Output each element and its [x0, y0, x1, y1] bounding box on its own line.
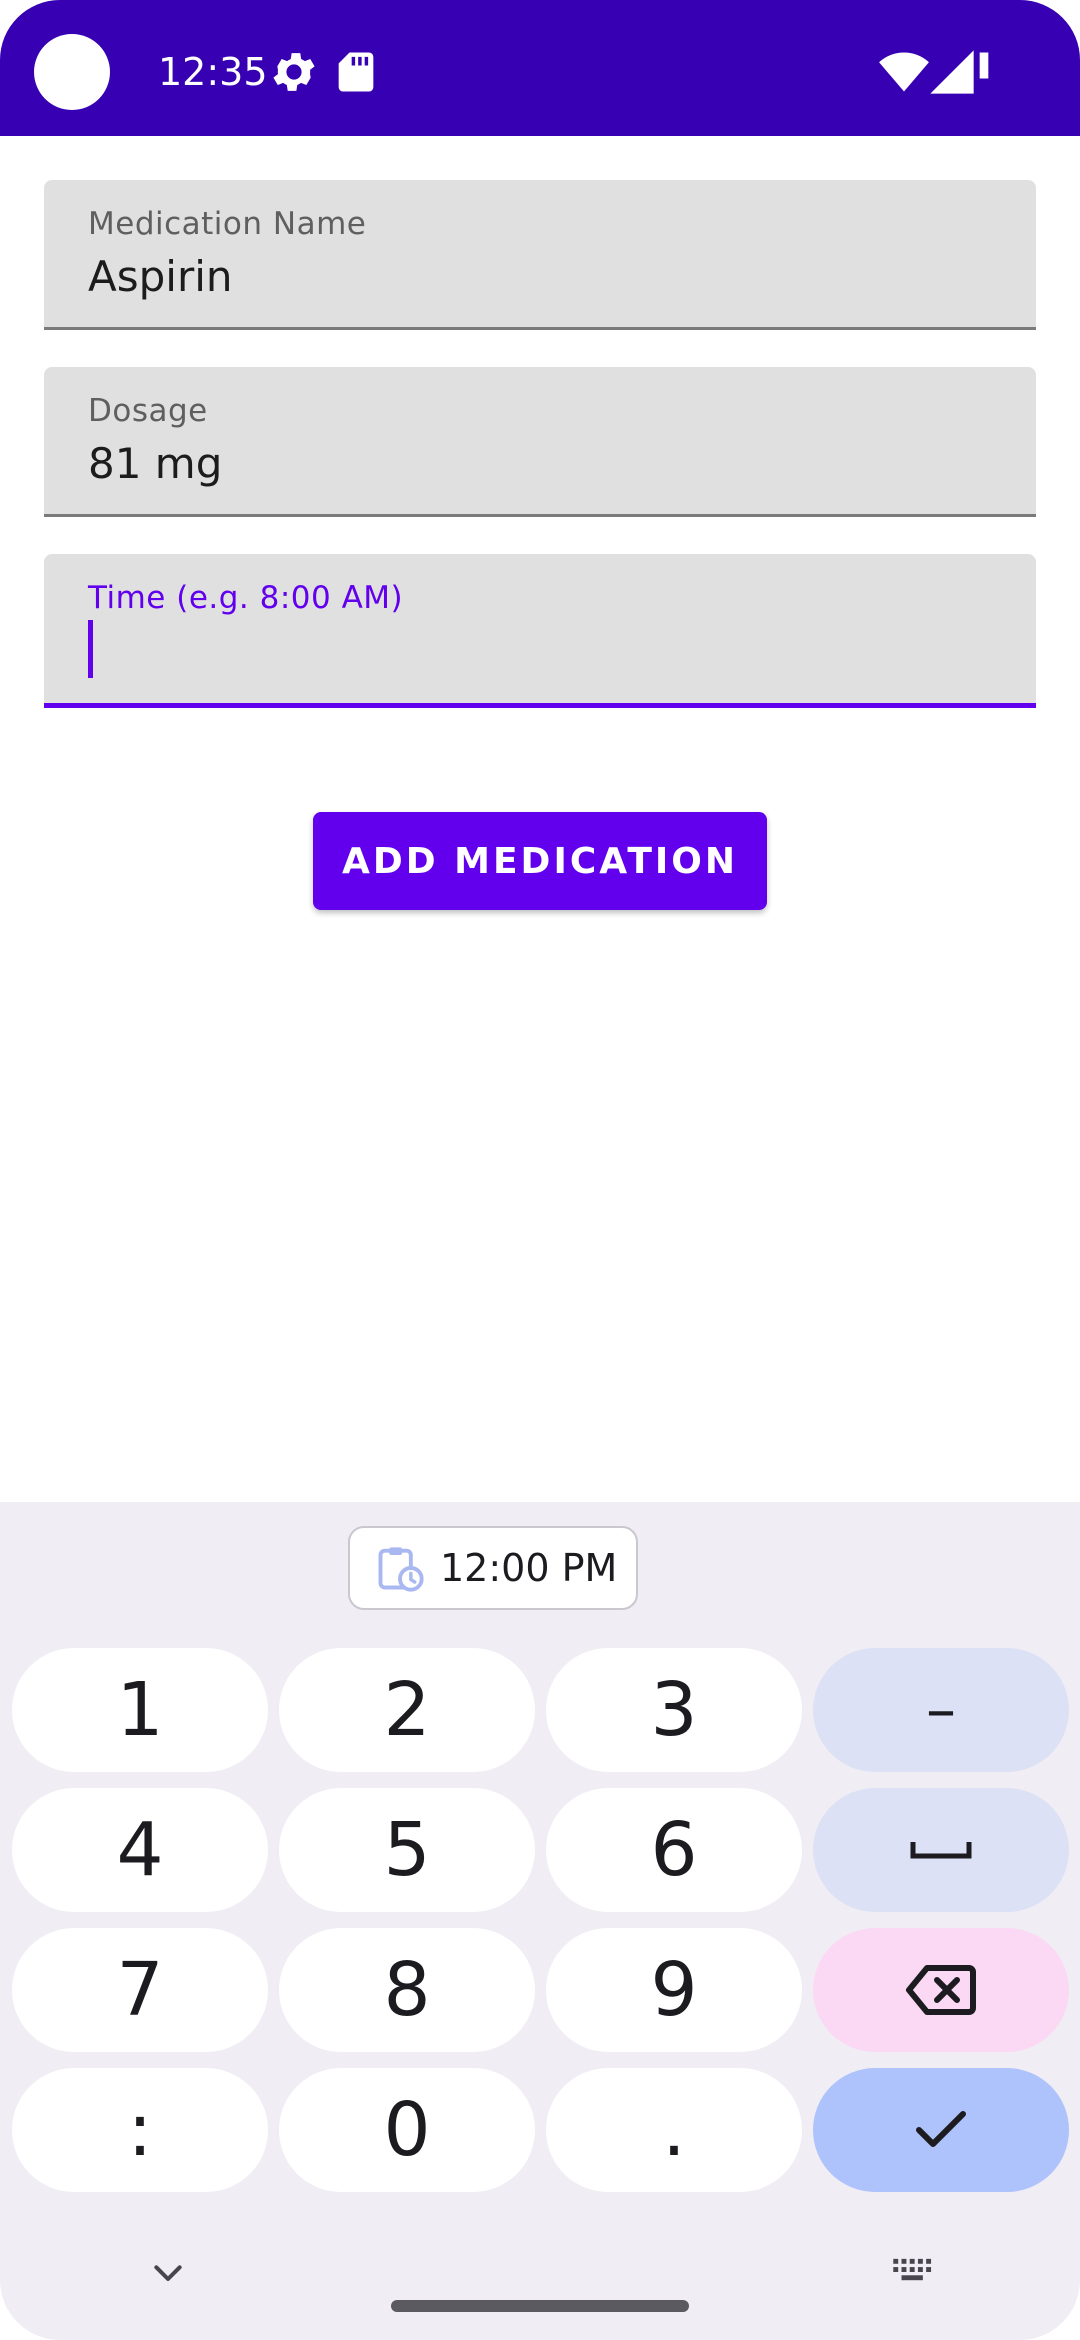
chevron-down-icon[interactable] — [148, 2254, 188, 2294]
key-3[interactable]: 3 — [546, 1648, 802, 1772]
key-9[interactable]: 9 — [546, 1928, 802, 2052]
time-field[interactable]: Time (e.g. 8:00 AM) — [44, 554, 1036, 708]
add-medication-button[interactable]: ADD MEDICATION — [313, 812, 767, 910]
key-8[interactable]: 8 — [279, 1928, 535, 2052]
key-done[interactable] — [813, 2068, 1069, 2192]
key-minus[interactable]: – — [813, 1648, 1069, 1772]
status-bar: 12:35 — [0, 0, 1080, 136]
dosage-value: 81 mg — [88, 439, 223, 488]
key-6[interactable]: 6 — [546, 1788, 802, 1912]
key-colon[interactable]: : — [12, 2068, 268, 2192]
suggestion-text: 12:00 PM — [440, 1546, 618, 1590]
medication-name-value: Aspirin — [88, 252, 233, 301]
key-1[interactable]: 1 — [12, 1648, 268, 1772]
home-indicator[interactable] — [391, 2300, 689, 2312]
settings-icon — [268, 46, 320, 98]
key-backspace[interactable] — [813, 1928, 1069, 2052]
dosage-label: Dosage — [88, 393, 208, 429]
key-space[interactable] — [813, 1788, 1069, 1912]
dosage-field[interactable]: Dosage 81 mg — [44, 367, 1036, 517]
backspace-icon — [905, 1962, 977, 2018]
key-7[interactable]: 7 — [12, 1928, 268, 2052]
key-5[interactable]: 5 — [279, 1788, 535, 1912]
cell-signal-icon — [926, 46, 978, 98]
checkmark-icon — [913, 2108, 969, 2152]
clipboard-clock-icon — [374, 1542, 426, 1594]
medication-name-label: Medication Name — [88, 206, 367, 242]
key-2[interactable]: 2 — [279, 1648, 535, 1772]
medication-name-field[interactable]: Medication Name Aspirin — [44, 180, 1036, 330]
wifi-icon — [878, 46, 930, 98]
keyboard-icon[interactable] — [890, 2252, 936, 2292]
text-cursor — [88, 620, 93, 678]
status-time: 12:35 — [158, 50, 268, 94]
sd-card-icon — [330, 46, 382, 98]
camera-cutout — [34, 34, 110, 110]
battery-icon — [974, 46, 994, 98]
time-label: Time (e.g. 8:00 AM) — [88, 580, 404, 616]
key-dot[interactable]: . — [546, 2068, 802, 2192]
numeric-keyboard: 12:00 PM 1 2 3 – 4 5 6 7 8 9 : 0 . — [0, 1502, 1080, 2340]
time-suggestion-chip[interactable]: 12:00 PM — [348, 1526, 638, 1610]
key-0[interactable]: 0 — [279, 2068, 535, 2192]
key-4[interactable]: 4 — [12, 1788, 268, 1912]
space-icon — [909, 1838, 973, 1862]
